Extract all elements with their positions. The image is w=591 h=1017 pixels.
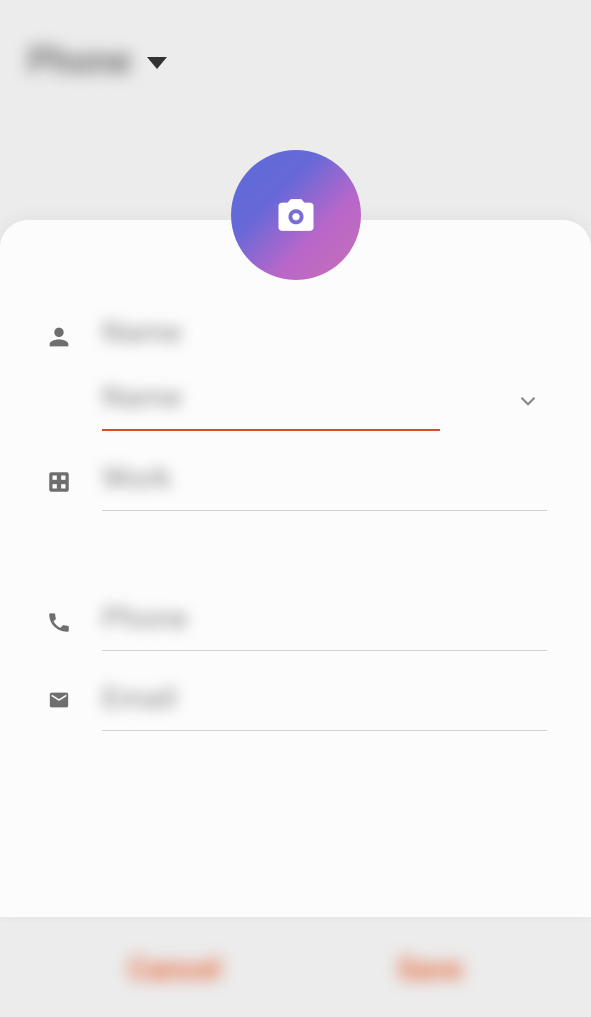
cancel-button[interactable]: Cancel [108,942,240,997]
storage-selector[interactable]: Phone [0,0,591,82]
organization-icon [44,461,74,495]
input-underline [102,650,547,651]
person-icon [44,315,74,351]
email-icon [44,681,74,711]
expand-name-button[interactable] [515,388,541,418]
email-placeholder: Email [102,681,547,730]
name-input[interactable]: Name [102,380,547,431]
save-button[interactable]: Save [377,942,482,997]
contact-form: Name Name [0,220,591,731]
action-bar: Cancel Save [0,922,591,1017]
email-row: Email [44,681,547,731]
name-static-label: Name [102,315,547,350]
organization-placeholder: Work [102,461,547,510]
phone-input[interactable]: Phone [102,601,547,651]
chevron-down-icon [147,57,167,69]
name-placeholder: Name [102,380,547,429]
organization-row: Work [44,461,547,511]
phone-row: Phone [44,601,547,651]
email-input[interactable]: Email [102,681,547,731]
camera-icon [275,194,317,236]
spacer [44,531,547,601]
name-row: Name Name [44,315,547,431]
input-underline [102,730,547,731]
phone-icon [44,601,74,635]
input-underline-active [102,429,440,431]
input-underline [102,510,547,511]
organization-input[interactable]: Work [102,461,547,511]
storage-label: Phone [28,40,131,82]
avatar-photo-button[interactable] [231,150,361,280]
phone-placeholder: Phone [102,601,547,650]
contact-form-card: Name Name [0,220,591,917]
